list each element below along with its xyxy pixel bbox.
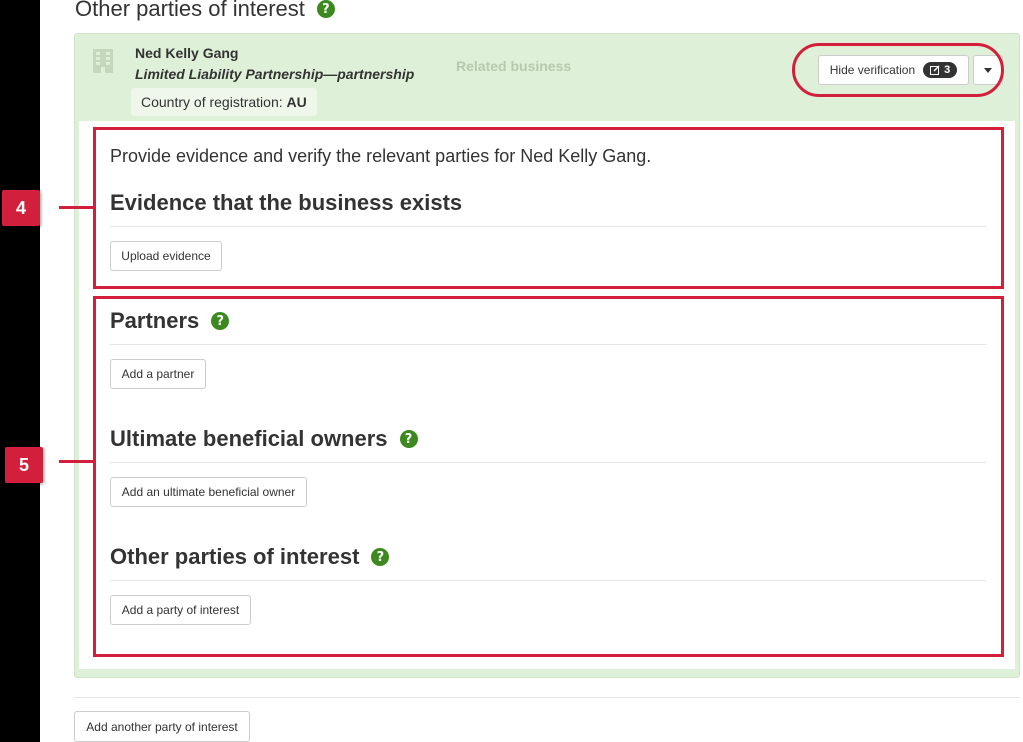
party-type: Limited Liability Partnership—partnershi… — [135, 66, 415, 82]
country-of-registration: Country of registration: AU — [131, 88, 317, 116]
annotation-box-4 — [93, 127, 1004, 289]
annotation-connector-5 — [59, 460, 93, 463]
annotation-connector-4 — [59, 206, 93, 209]
building-icon — [93, 49, 113, 73]
add-another-party-button[interactable]: Add another party of interest — [74, 711, 250, 742]
annotation-oval — [792, 43, 1004, 97]
party-name: Ned Kelly Gang — [135, 45, 239, 61]
divider — [74, 697, 1020, 698]
annotation-box-5 — [93, 296, 1004, 657]
page-title: Other parties of interest ? — [75, 0, 335, 22]
help-icon[interactable]: ? — [316, 0, 335, 18]
annotation-marker-5: 5 — [5, 447, 43, 483]
annotation-marker-4: 4 — [2, 190, 40, 226]
related-business-label: Related business — [456, 58, 572, 74]
country-value: AU — [286, 94, 307, 110]
page-title-text: Other parties of interest — [75, 0, 305, 21]
country-label: Country of registration: — [141, 94, 283, 110]
left-dark-bar — [0, 0, 40, 742]
